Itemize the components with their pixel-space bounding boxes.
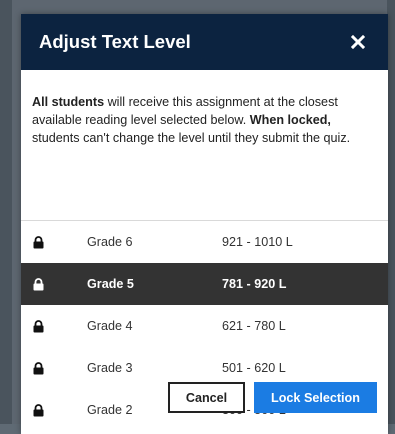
- lock-selection-button[interactable]: Lock Selection: [254, 382, 377, 413]
- backdrop-left-strip: [0, 0, 12, 424]
- level-range: 921 - 1010 L: [222, 235, 293, 249]
- lock-icon: [21, 319, 87, 333]
- level-grade: Grade 3: [87, 361, 133, 375]
- description-text-2: students can't change the level until th…: [32, 131, 351, 145]
- level-range: 501 - 620 L: [222, 361, 286, 375]
- dialog-description: All students will receive this assignmen…: [21, 70, 388, 220]
- description-bold-all-students: All students: [32, 95, 105, 109]
- level-grade: Grade 4: [87, 319, 133, 333]
- level-grade: Grade 6: [87, 235, 133, 249]
- level-row-grade-5[interactable]: Grade 5 781 - 920 L: [21, 263, 388, 305]
- level-grade: Grade 5: [87, 277, 134, 291]
- dialog-footer: Cancel Lock Selection: [21, 382, 388, 413]
- close-icon: [351, 35, 365, 49]
- backdrop-right-strip: [387, 0, 395, 424]
- description-bold-when-locked: When locked,: [249, 113, 331, 127]
- close-button[interactable]: [346, 30, 370, 54]
- level-row-grade-4[interactable]: Grade 4 621 - 780 L: [21, 305, 388, 347]
- dialog-header: Adjust Text Level: [21, 14, 388, 70]
- cancel-button[interactable]: Cancel: [168, 382, 245, 413]
- lock-icon: [21, 277, 87, 291]
- dialog-title: Adjust Text Level: [39, 31, 191, 52]
- level-range: 621 - 780 L: [222, 319, 286, 333]
- level-range: 781 - 920 L: [222, 277, 287, 291]
- lock-icon: [21, 361, 87, 375]
- lock-icon: [21, 235, 87, 249]
- level-row-grade-6[interactable]: Grade 6 921 - 1010 L: [21, 221, 388, 263]
- adjust-text-level-dialog: Adjust Text Level All students will rece…: [21, 14, 388, 434]
